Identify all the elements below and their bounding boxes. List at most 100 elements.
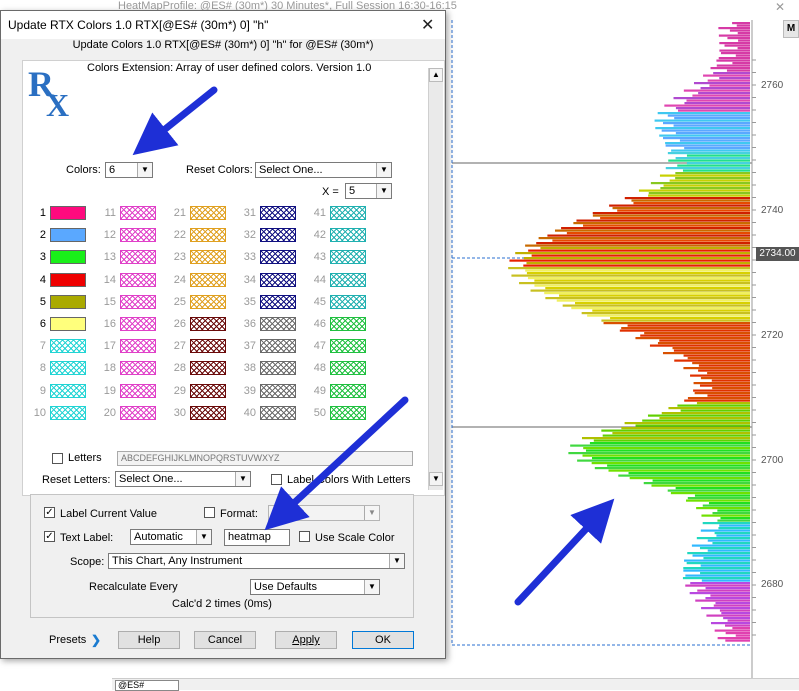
color-swatch[interactable] bbox=[190, 294, 226, 309]
color-number-label: 30 bbox=[173, 406, 186, 419]
color-swatch[interactable] bbox=[50, 294, 86, 309]
color-swatch[interactable] bbox=[120, 361, 156, 376]
color-swatch[interactable] bbox=[260, 383, 296, 398]
color-number-label: 41 bbox=[313, 207, 326, 219]
color-number-label: 3 bbox=[39, 251, 46, 264]
color-swatch[interactable] bbox=[330, 405, 366, 420]
color-swatch[interactable] bbox=[120, 339, 156, 354]
color-number-label: 4 bbox=[39, 273, 46, 286]
color-number-label: 12 bbox=[103, 229, 116, 242]
color-number-label: 45 bbox=[313, 295, 326, 308]
color-number-label: 46 bbox=[313, 318, 326, 330]
color-number-label: 8 bbox=[39, 362, 46, 375]
color-swatch[interactable] bbox=[260, 250, 296, 265]
color-swatch[interactable] bbox=[120, 294, 156, 309]
color-number-label: 35 bbox=[243, 295, 256, 308]
color-number-label: 33 bbox=[243, 251, 256, 264]
color-number-label: 7 bbox=[39, 340, 46, 353]
color-swatch[interactable] bbox=[50, 206, 86, 220]
color-swatch[interactable] bbox=[50, 361, 86, 376]
color-number-label: 32 bbox=[243, 229, 256, 242]
color-number-label: 48 bbox=[313, 362, 326, 375]
color-number-label: 34 bbox=[243, 273, 256, 286]
color-number-label: 42 bbox=[313, 229, 326, 242]
color-swatch[interactable] bbox=[330, 339, 366, 354]
color-swatch[interactable] bbox=[120, 317, 156, 331]
color-number-label: 17 bbox=[103, 340, 116, 353]
color-swatch[interactable] bbox=[190, 339, 226, 354]
color-swatch[interactable] bbox=[260, 339, 296, 354]
color-number-label: 27 bbox=[173, 340, 186, 353]
color-swatch[interactable] bbox=[120, 228, 156, 243]
color-swatch[interactable] bbox=[120, 383, 156, 398]
color-number-label: 24 bbox=[173, 273, 186, 286]
color-swatch[interactable] bbox=[50, 250, 86, 265]
color-number-label: 14 bbox=[103, 273, 116, 286]
color-number-label: 31 bbox=[243, 207, 256, 219]
color-swatch[interactable] bbox=[50, 383, 86, 398]
color-swatch[interactable] bbox=[190, 272, 226, 287]
color-number-label: 43 bbox=[313, 251, 326, 264]
color-swatch[interactable] bbox=[190, 228, 226, 243]
color-number-label: 26 bbox=[173, 318, 186, 330]
color-swatch[interactable] bbox=[330, 317, 366, 331]
color-swatch[interactable] bbox=[190, 361, 226, 376]
color-number-label: 11 bbox=[104, 207, 116, 219]
color-swatch[interactable] bbox=[120, 206, 156, 220]
color-number-label: 5 bbox=[39, 295, 46, 308]
color-swatch[interactable] bbox=[330, 383, 366, 398]
color-number-label: 19 bbox=[103, 384, 116, 397]
color-number-label: 40 bbox=[243, 406, 256, 419]
color-number-label: 2 bbox=[39, 229, 46, 242]
color-swatch[interactable] bbox=[190, 250, 226, 265]
color-swatch[interactable] bbox=[330, 294, 366, 309]
color-number-label: 20 bbox=[103, 406, 116, 419]
color-swatch[interactable] bbox=[50, 317, 86, 331]
color-swatch[interactable] bbox=[330, 272, 366, 287]
color-swatch[interactable] bbox=[120, 272, 156, 287]
color-swatch[interactable] bbox=[330, 361, 366, 376]
color-swatch[interactable] bbox=[50, 228, 86, 243]
color-swatch[interactable] bbox=[190, 206, 226, 220]
color-number-label: 29 bbox=[173, 384, 186, 397]
color-number-label: 16 bbox=[103, 318, 116, 330]
color-swatch[interactable] bbox=[330, 250, 366, 265]
color-swatch[interactable] bbox=[120, 250, 156, 265]
color-swatch[interactable] bbox=[120, 405, 156, 420]
color-number-label: 49 bbox=[313, 384, 326, 397]
color-number-label: 6 bbox=[39, 318, 46, 330]
color-swatch[interactable] bbox=[50, 272, 86, 287]
color-swatch[interactable] bbox=[260, 206, 296, 220]
color-swatch[interactable] bbox=[330, 228, 366, 243]
color-number-label: 23 bbox=[173, 251, 186, 264]
color-swatch[interactable] bbox=[50, 339, 86, 354]
color-swatch[interactable] bbox=[190, 317, 226, 331]
color-number-label: 38 bbox=[243, 362, 256, 375]
color-swatch[interactable] bbox=[260, 361, 296, 376]
color-number-label: 1 bbox=[39, 207, 46, 219]
color-swatch[interactable] bbox=[260, 317, 296, 331]
color-swatch[interactable] bbox=[260, 272, 296, 287]
color-number-label: 13 bbox=[103, 251, 116, 264]
color-number-label: 37 bbox=[243, 340, 256, 353]
color-number-label: 39 bbox=[243, 384, 256, 397]
arrow-to-colors-icon bbox=[132, 86, 218, 156]
color-swatch[interactable] bbox=[260, 228, 296, 243]
color-swatch[interactable] bbox=[260, 405, 296, 420]
color-number-label: 9 bbox=[39, 384, 46, 397]
color-number-label: 25 bbox=[173, 295, 186, 308]
color-number-label: 28 bbox=[173, 362, 186, 375]
color-swatch[interactable] bbox=[330, 206, 366, 220]
color-number-label: 18 bbox=[103, 362, 116, 375]
color-number-label: 36 bbox=[243, 318, 256, 330]
color-number-label: 22 bbox=[173, 229, 186, 242]
color-swatch[interactable] bbox=[190, 405, 226, 420]
color-number-label: 44 bbox=[313, 273, 326, 286]
color-swatch[interactable] bbox=[50, 405, 86, 420]
color-number-label: 47 bbox=[313, 340, 326, 353]
color-number-label: 21 bbox=[173, 207, 186, 219]
color-swatch[interactable] bbox=[260, 294, 296, 309]
color-number-label: 50 bbox=[313, 406, 326, 419]
color-number-label: 10 bbox=[33, 406, 46, 419]
color-swatch[interactable] bbox=[190, 383, 226, 398]
